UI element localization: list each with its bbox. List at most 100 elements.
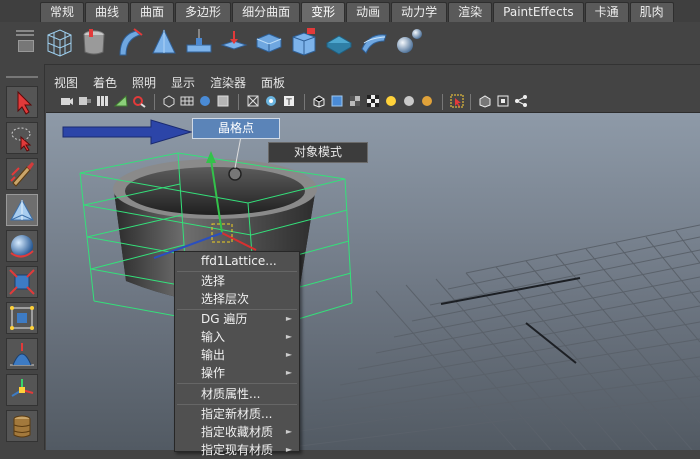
last-tool-icon[interactable]: [6, 410, 38, 442]
menu-item-actions[interactable]: 操作 ►: [175, 364, 299, 382]
ground-grid: [267, 224, 700, 450]
toolbox-grip: [6, 76, 38, 78]
submenu-arrow-icon: ►: [285, 368, 292, 377]
scale-tool-icon[interactable]: [6, 266, 38, 298]
cube-shaded-icon[interactable]: [330, 94, 344, 108]
tab-animation[interactable]: 动画: [346, 2, 391, 22]
bookmarks-icon[interactable]: [96, 94, 110, 108]
camera-attributes-icon[interactable]: [78, 94, 92, 108]
textured-icon[interactable]: T: [282, 94, 296, 108]
tab-rendering[interactable]: 渲染: [448, 2, 493, 22]
tab-surfaces[interactable]: 曲面: [130, 2, 175, 22]
menu-item-label: 选择层次: [201, 292, 250, 306]
tab-general[interactable]: 常规: [40, 2, 85, 22]
menu-item-assign-favorite-material[interactable]: 指定收藏材质 ►: [175, 423, 299, 441]
isolate-select-icon[interactable]: [264, 94, 278, 108]
select-camera-icon[interactable]: [60, 94, 74, 108]
panel-toolbar: T: [46, 92, 700, 113]
shelf-menu-handle[interactable]: [14, 28, 36, 60]
menu-item-label: ffd1Lattice...: [201, 254, 277, 268]
tab-dynamics[interactable]: 动力学: [391, 2, 448, 22]
context-menu: ffd1Lattice... 选择 选择层次 DG 遍历 ► 输入 ► 输出 ► 操作…: [174, 251, 300, 457]
tab-muscle[interactable]: 肌肉: [629, 2, 674, 22]
menu-item-dg-traversal[interactable]: DG 遍历 ►: [175, 310, 299, 328]
svg-text:T: T: [285, 98, 292, 108]
menu-item-label: 指定现有材质: [201, 443, 274, 457]
toolbox: [0, 64, 45, 450]
menu-show[interactable]: 显示: [171, 74, 195, 91]
cube-wire-icon[interactable]: [312, 94, 326, 108]
grid-toggle-icon[interactable]: [180, 94, 194, 108]
menu-item-inputs[interactable]: 输入 ►: [175, 328, 299, 346]
lattice-point-label[interactable]: 晶格点: [192, 118, 280, 139]
tab-deformation[interactable]: 变形: [301, 2, 346, 22]
menu-item-label: 指定收藏材质: [201, 425, 274, 439]
menu-panels[interactable]: 面板: [261, 74, 285, 91]
rotate-tool-icon[interactable]: [6, 230, 38, 262]
submenu-arrow-icon: ►: [285, 332, 292, 341]
selected-lights-icon[interactable]: [420, 94, 434, 108]
xray-icon[interactable]: [246, 94, 260, 108]
submenu-arrow-icon: ►: [285, 314, 292, 323]
menu-item-label: 选择: [201, 274, 226, 288]
menu-item-material-attributes[interactable]: 材质属性...: [175, 385, 299, 403]
sine-deformer-icon[interactable]: [324, 25, 354, 59]
tab-polygons[interactable]: 多边形: [175, 2, 232, 22]
menu-item-assign-new-material[interactable]: 指定新材质...: [175, 405, 299, 423]
wave-deformer-icon[interactable]: [184, 25, 214, 59]
default-light-icon[interactable]: [384, 94, 398, 108]
shelf-tab-strip: 常规 曲线 曲面 多边形 细分曲面 变形 动画 动力学 渲染 PaintEffe…: [40, 2, 675, 22]
menu-shading[interactable]: 着色: [93, 74, 117, 91]
cluster-deformer-icon[interactable]: [79, 25, 109, 59]
flare-deformer-icon[interactable]: [254, 25, 284, 59]
checker-icon[interactable]: [366, 94, 380, 108]
menu-item-select-hierarchy[interactable]: 选择层次: [175, 290, 299, 308]
sculpt-deformer-icon[interactable]: [149, 25, 179, 59]
menu-item-label: 输出: [201, 348, 226, 362]
submenu-arrow-icon: ►: [285, 445, 292, 454]
pointer-arrow-icon: [62, 119, 193, 145]
connections-icon[interactable]: [514, 94, 528, 108]
menu-item-label: DG 遍历: [201, 312, 248, 326]
bend-deformer-icon[interactable]: [114, 25, 144, 59]
image-plane-icon[interactable]: [113, 94, 128, 108]
wrap-deformer-icon[interactable]: [359, 25, 389, 59]
paint-select-tool-icon[interactable]: [6, 158, 38, 190]
select-highlight-icon[interactable]: [450, 94, 464, 108]
cube-textured-icon[interactable]: [348, 94, 362, 108]
wireframe-icon[interactable]: [162, 94, 176, 108]
move-tool-icon[interactable]: [6, 194, 38, 226]
menu-item-ffd1lattice[interactable]: ffd1Lattice...: [175, 252, 299, 270]
show-manipulator-icon[interactable]: [6, 374, 38, 406]
tab-subdiv[interactable]: 细分曲面: [232, 2, 301, 22]
soft-modify-tool-icon[interactable]: [6, 338, 38, 370]
select-tool-icon[interactable]: [6, 86, 38, 118]
perspective-viewport[interactable]: [46, 113, 700, 450]
cube-outline-icon[interactable]: [478, 94, 492, 108]
smooth-shade-icon[interactable]: [198, 94, 212, 108]
lasso-tool-icon[interactable]: [6, 122, 38, 154]
menu-item-select[interactable]: 选择: [175, 272, 299, 290]
frame-icon[interactable]: [496, 94, 510, 108]
menu-item-label: 指定新材质...: [201, 407, 273, 421]
universal-manipulator-icon[interactable]: [6, 302, 38, 334]
wire-deformer-icon[interactable]: [394, 25, 424, 59]
submenu-arrow-icon: ►: [285, 427, 292, 436]
menu-lighting[interactable]: 照明: [132, 74, 156, 91]
tab-painteffects[interactable]: PaintEffects: [493, 2, 584, 22]
squash-deformer-icon[interactable]: [289, 25, 319, 59]
flat-shade-icon[interactable]: [216, 94, 230, 108]
menu-view[interactable]: 视图: [54, 74, 78, 91]
tab-toon[interactable]: 卡通: [584, 2, 629, 22]
menu-item-assign-existing-material[interactable]: 指定现有材质 ►: [175, 441, 299, 459]
two-d-pan-zoom-icon[interactable]: [132, 94, 146, 108]
object-mode-label[interactable]: 对象模式: [268, 142, 368, 163]
menu-renderer[interactable]: 渲染器: [210, 74, 246, 91]
menu-item-outputs[interactable]: 输出 ►: [175, 346, 299, 364]
tab-curves[interactable]: 曲线: [85, 2, 130, 22]
submenu-arrow-icon: ►: [285, 350, 292, 359]
all-lights-icon[interactable]: [402, 94, 416, 108]
lattice-deformer-icon[interactable]: [44, 25, 74, 59]
twist-deformer-icon[interactable]: [219, 25, 249, 59]
shelf-tab-bar: 常规 曲线 曲面 多边形 细分曲面 变形 动画 动力学 渲染 PaintEffe…: [0, 0, 700, 23]
